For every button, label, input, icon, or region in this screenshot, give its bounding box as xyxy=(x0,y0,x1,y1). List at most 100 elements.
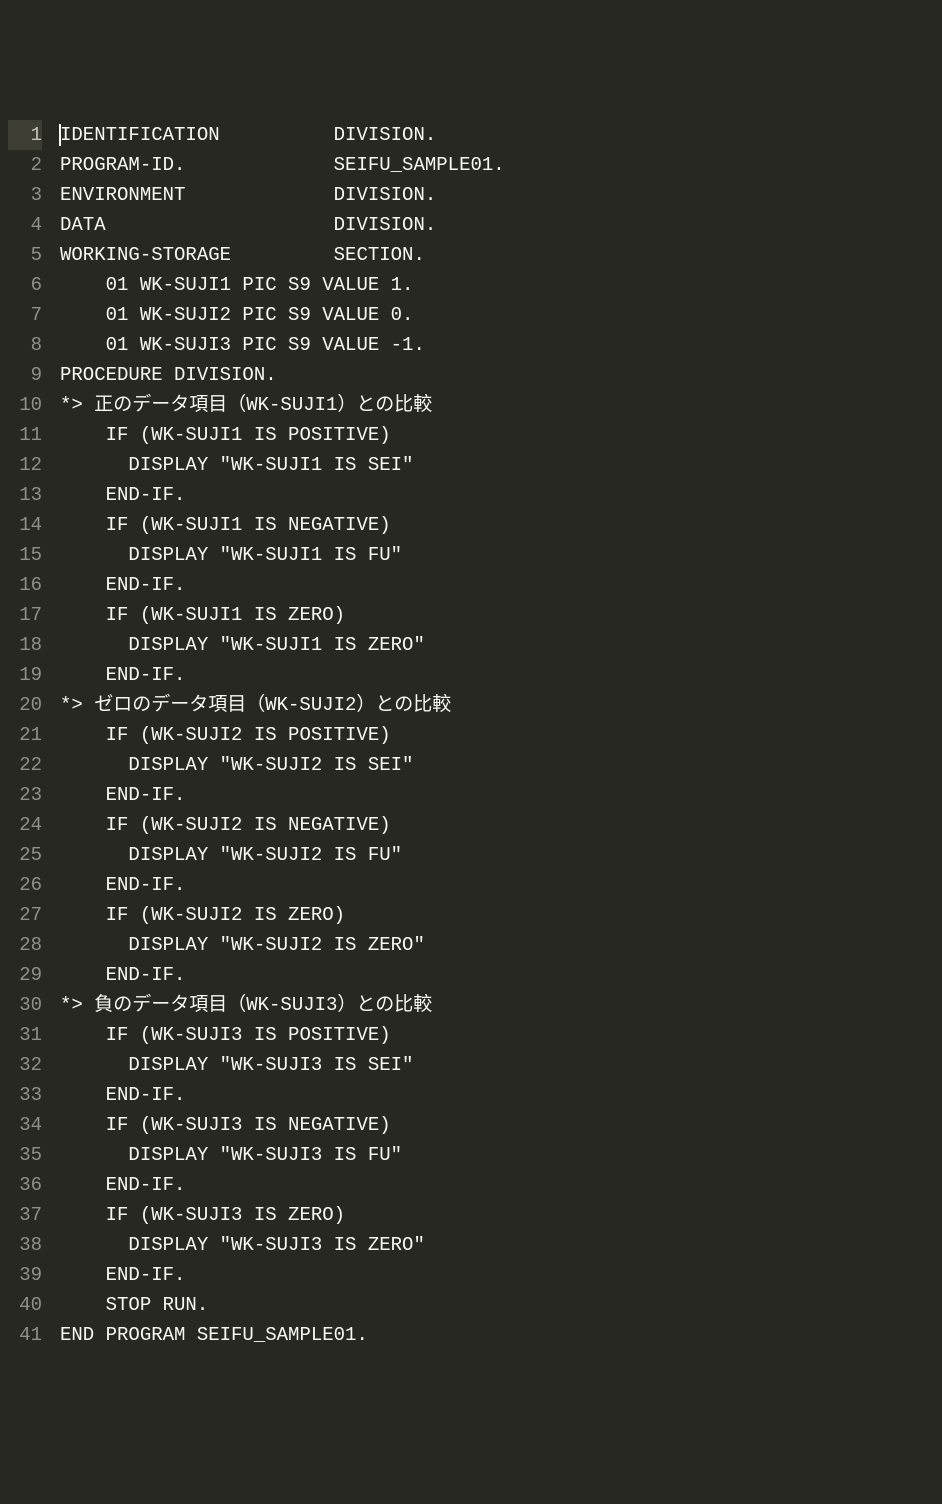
code-text: DATA DIVISION. xyxy=(60,214,436,236)
code-line[interactable]: PROCEDURE DIVISION. xyxy=(60,360,942,390)
line-number: 15 xyxy=(8,540,42,570)
line-number: 34 xyxy=(8,1110,42,1140)
code-text: WORKING-STORAGE SECTION. xyxy=(60,244,425,266)
code-line[interactable]: DISPLAY "WK-SUJI2 IS FU" xyxy=(60,840,942,870)
line-number: 1 xyxy=(8,120,42,150)
code-line[interactable]: DISPLAY "WK-SUJI3 IS FU" xyxy=(60,1140,942,1170)
code-text: IF (WK-SUJI2 IS ZERO) xyxy=(60,904,345,926)
code-line[interactable]: DISPLAY "WK-SUJI1 IS FU" xyxy=(60,540,942,570)
code-line[interactable]: END-IF. xyxy=(60,870,942,900)
code-line[interactable]: END-IF. xyxy=(60,1080,942,1110)
code-line[interactable]: 01 WK-SUJI2 PIC S9 VALUE 0. xyxy=(60,300,942,330)
line-number: 30 xyxy=(8,990,42,1020)
code-line[interactable]: DISPLAY "WK-SUJI1 IS ZERO" xyxy=(60,630,942,660)
code-text: DISPLAY "WK-SUJI1 IS SEI" xyxy=(60,454,413,476)
code-text: IF (WK-SUJI3 IS NEGATIVE) xyxy=(60,1114,391,1136)
line-number: 27 xyxy=(8,900,42,930)
line-number-gutter: 1234567891011121314151617181920212223242… xyxy=(0,120,56,1354)
code-line[interactable]: END PROGRAM SEIFU_SAMPLE01. xyxy=(60,1320,942,1350)
code-line[interactable]: IF (WK-SUJI2 IS NEGATIVE) xyxy=(60,810,942,840)
code-text: DISPLAY "WK-SUJI2 IS ZERO" xyxy=(60,934,425,956)
line-number: 17 xyxy=(8,600,42,630)
line-number: 16 xyxy=(8,570,42,600)
line-number: 25 xyxy=(8,840,42,870)
line-number: 13 xyxy=(8,480,42,510)
line-number: 32 xyxy=(8,1050,42,1080)
code-line[interactable]: DISPLAY "WK-SUJI3 IS SEI" xyxy=(60,1050,942,1080)
code-line[interactable]: 01 WK-SUJI3 PIC S9 VALUE -1. xyxy=(60,330,942,360)
code-line[interactable]: IF (WK-SUJI3 IS NEGATIVE) xyxy=(60,1110,942,1140)
code-text: DISPLAY "WK-SUJI1 IS FU" xyxy=(60,544,402,566)
line-number: 8 xyxy=(8,330,42,360)
code-line[interactable]: ENVIRONMENT DIVISION. xyxy=(60,180,942,210)
code-line[interactable]: END-IF. xyxy=(60,960,942,990)
line-number: 31 xyxy=(8,1020,42,1050)
code-line[interactable]: END-IF. xyxy=(60,1260,942,1290)
code-text: DISPLAY "WK-SUJI3 IS SEI" xyxy=(60,1054,413,1076)
code-editor[interactable]: 1234567891011121314151617181920212223242… xyxy=(0,120,942,1354)
code-line[interactable]: *> ゼロのデータ項目（WK-SUJI2）との比較 xyxy=(60,690,942,720)
code-text: DISPLAY "WK-SUJI1 IS ZERO" xyxy=(60,634,425,656)
code-content[interactable]: IDENTIFICATION DIVISION. PROGRAM-ID. SEIF… xyxy=(56,120,942,1354)
code-text: PROGRAM-ID. SEIFU_SAMPLE01. xyxy=(60,154,505,176)
line-number: 29 xyxy=(8,960,42,990)
code-line[interactable]: END-IF. xyxy=(60,480,942,510)
code-line[interactable]: DISPLAY "WK-SUJI3 IS ZERO" xyxy=(60,1230,942,1260)
line-number: 26 xyxy=(8,870,42,900)
code-line[interactable]: END-IF. xyxy=(60,570,942,600)
line-number: 40 xyxy=(8,1290,42,1320)
line-number: 3 xyxy=(8,180,42,210)
code-line[interactable]: 01 WK-SUJI1 PIC S9 VALUE 1. xyxy=(60,270,942,300)
line-number: 38 xyxy=(8,1230,42,1260)
code-line[interactable]: PROGRAM-ID. SEIFU_SAMPLE01. xyxy=(60,150,942,180)
code-line[interactable]: DISPLAY "WK-SUJI2 IS ZERO" xyxy=(60,930,942,960)
code-text: END-IF. xyxy=(60,1264,185,1286)
code-text: IF (WK-SUJI1 IS ZERO) xyxy=(60,604,345,626)
line-number: 22 xyxy=(8,750,42,780)
code-text: END-IF. xyxy=(60,574,185,596)
code-line[interactable]: IF (WK-SUJI3 IS ZERO) xyxy=(60,1200,942,1230)
code-line[interactable]: IF (WK-SUJI2 IS POSITIVE) xyxy=(60,720,942,750)
code-text: *> ゼロのデータ項目（WK-SUJI2）との比較 xyxy=(60,694,451,716)
code-line[interactable]: *> 負のデータ項目（WK-SUJI3）との比較 xyxy=(60,990,942,1020)
code-text: *> 負のデータ項目（WK-SUJI3）との比較 xyxy=(60,994,432,1016)
code-line[interactable]: IF (WK-SUJI1 IS POSITIVE) xyxy=(60,420,942,450)
code-line[interactable]: IF (WK-SUJI1 IS ZERO) xyxy=(60,600,942,630)
code-line[interactable]: WORKING-STORAGE SECTION. xyxy=(60,240,942,270)
code-line[interactable]: IF (WK-SUJI3 IS POSITIVE) xyxy=(60,1020,942,1050)
code-line[interactable]: END-IF. xyxy=(60,780,942,810)
code-line[interactable]: DISPLAY "WK-SUJI1 IS SEI" xyxy=(60,450,942,480)
code-text: END-IF. xyxy=(60,874,185,896)
line-number: 41 xyxy=(8,1320,42,1350)
line-number: 12 xyxy=(8,450,42,480)
line-number: 37 xyxy=(8,1200,42,1230)
code-text: END-IF. xyxy=(60,484,185,506)
line-number: 9 xyxy=(8,360,42,390)
code-text: STOP RUN. xyxy=(60,1294,208,1316)
code-line[interactable]: DISPLAY "WK-SUJI2 IS SEI" xyxy=(60,750,942,780)
line-number: 4 xyxy=(8,210,42,240)
line-number: 21 xyxy=(8,720,42,750)
code-text: IF (WK-SUJI1 IS NEGATIVE) xyxy=(60,514,391,536)
code-text: DISPLAY "WK-SUJI3 IS ZERO" xyxy=(60,1234,425,1256)
code-text: ENVIRONMENT DIVISION. xyxy=(60,184,436,206)
code-line[interactable]: *> 正のデータ項目（WK-SUJI1）との比較 xyxy=(60,390,942,420)
code-line[interactable]: IF (WK-SUJI2 IS ZERO) xyxy=(60,900,942,930)
code-text: 01 WK-SUJI1 PIC S9 VALUE 1. xyxy=(60,274,413,296)
line-number: 14 xyxy=(8,510,42,540)
line-number: 28 xyxy=(8,930,42,960)
line-number: 33 xyxy=(8,1080,42,1110)
code-line[interactable]: END-IF. xyxy=(60,1170,942,1200)
code-text: 01 WK-SUJI2 PIC S9 VALUE 0. xyxy=(60,304,413,326)
code-text: 01 WK-SUJI3 PIC S9 VALUE -1. xyxy=(60,334,425,356)
line-number: 10 xyxy=(8,390,42,420)
code-text: IF (WK-SUJI2 IS POSITIVE) xyxy=(60,724,391,746)
code-line[interactable]: IDENTIFICATION DIVISION. xyxy=(60,120,942,150)
line-number: 19 xyxy=(8,660,42,690)
code-text: IF (WK-SUJI1 IS POSITIVE) xyxy=(60,424,391,446)
code-line[interactable]: END-IF. xyxy=(60,660,942,690)
code-line[interactable]: STOP RUN. xyxy=(60,1290,942,1320)
code-text: END-IF. xyxy=(60,784,185,806)
code-line[interactable]: DATA DIVISION. xyxy=(60,210,942,240)
code-line[interactable]: IF (WK-SUJI1 IS NEGATIVE) xyxy=(60,510,942,540)
